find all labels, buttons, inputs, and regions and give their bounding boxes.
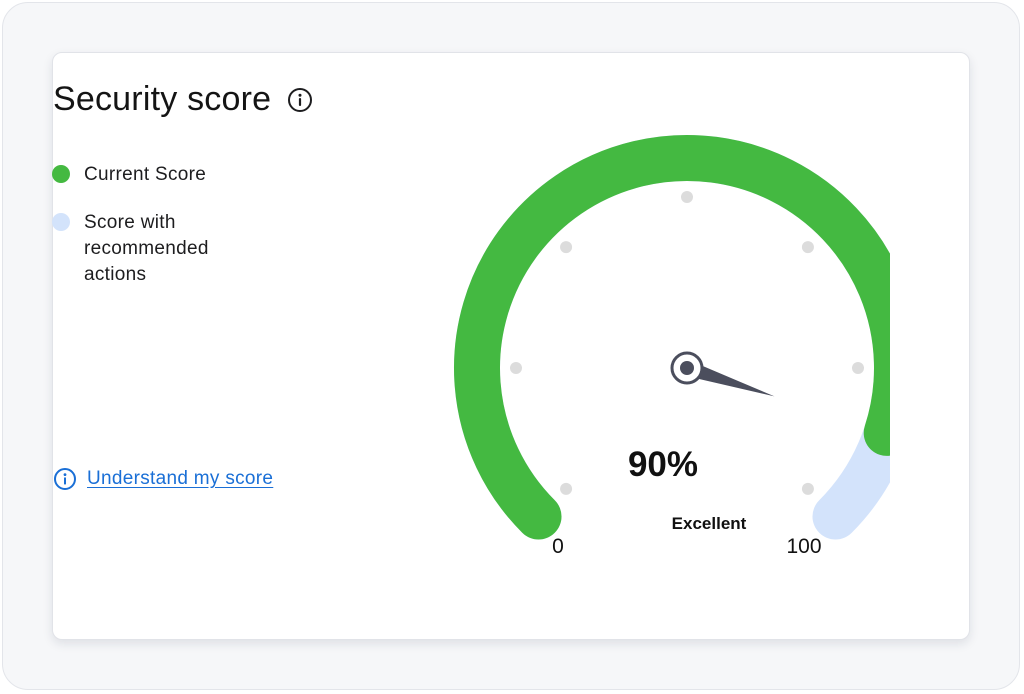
legend-dot-recommended [52,213,70,231]
gauge-max-label: 100 [786,535,821,558]
legend-item-current-score: Current Score [52,162,234,188]
legend-item-recommended: Score with recommended actions [52,210,234,288]
gauge-tick [560,241,573,254]
gauge-tick [801,482,814,495]
legend-dot-current [52,165,70,183]
understand-score-link[interactable]: Understand my score [87,468,273,490]
security-score-gauge: 90% Excellent 0 100 [454,135,890,558]
info-icon[interactable] [287,87,313,113]
gauge-rating: Excellent [672,514,747,533]
gauge-tick [801,241,814,254]
legend-label: Current Score [84,164,207,185]
gauge-tick [560,482,573,495]
page-title: Security score [53,80,272,118]
legend-label: Score with recommended actions [84,212,209,285]
understand-score-link-row[interactable]: Understand my score [53,467,273,491]
card-header: Security score [53,80,313,119]
gauge-tick [852,362,864,374]
legend: Current Score Score with recommended act… [52,162,234,310]
info-icon [53,467,77,491]
gauge-value: 90% [628,445,698,484]
gauge-tick [510,362,522,374]
gauge-tick [681,191,693,203]
gauge-min-label: 0 [552,535,564,558]
gauge-hub-center [680,361,694,375]
